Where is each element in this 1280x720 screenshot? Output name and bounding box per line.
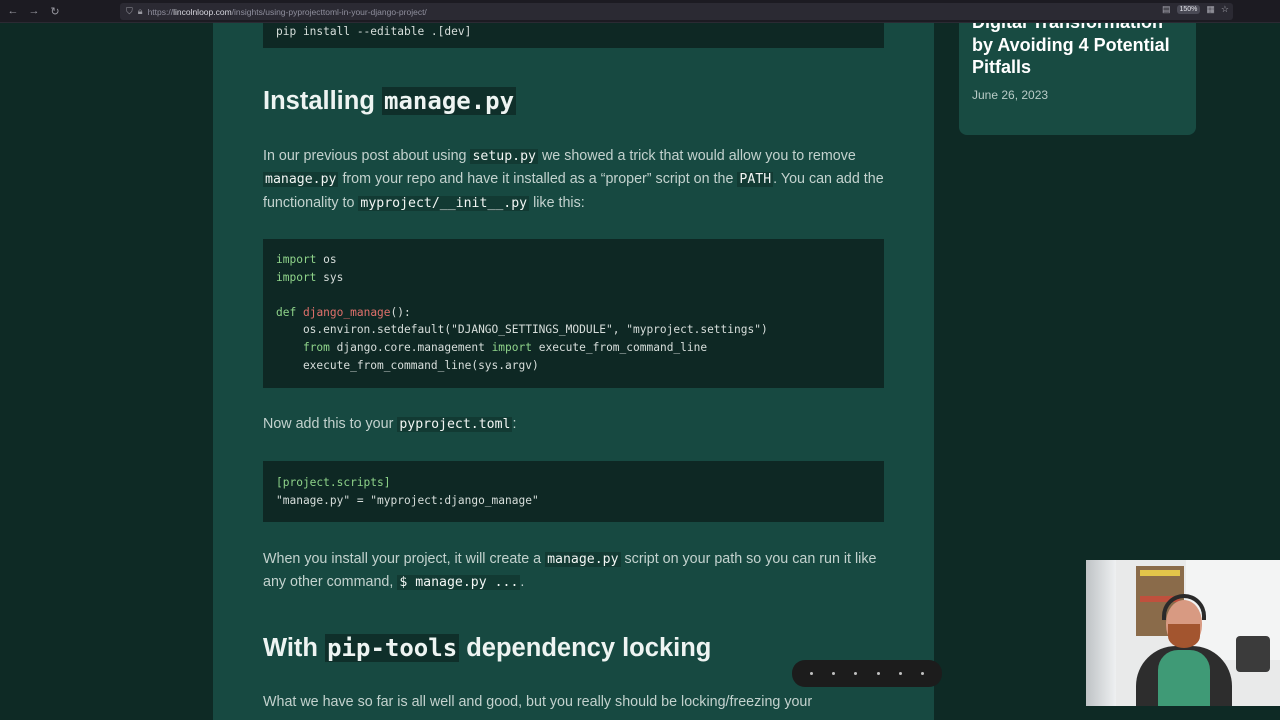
paragraph-install-result: When you install your project, it will c… [263,551,877,591]
star-icon[interactable]: ☆ [1221,4,1229,15]
webcam-chair [1236,636,1270,672]
zoom-level-badge[interactable]: 150% [1176,5,1201,14]
section-heading-pip-tools: With pip-tools dependency locking [263,634,712,662]
lock-icon[interactable]: 🔒︎ [138,6,143,17]
code-content: [project.scripts] "manage.py" = "myproje… [276,476,539,507]
webcam-person-shirt [1158,650,1210,706]
toolbar-dot[interactable] [898,672,902,675]
forward-arrow-icon[interactable]: → [25,2,43,20]
related-post-card[interactable]: Digital Transformation by Avoiding 4 Pot… [959,23,1196,135]
shield-icon[interactable]: ⛉ [126,6,133,17]
url-text[interactable]: https://lincolnloop.com/insights/using-p… [148,7,427,17]
section-heading-installing: Installing manage.py [263,87,517,115]
toolbar-dot[interactable] [831,672,835,675]
toolbar-dot[interactable] [876,672,880,675]
related-post-title[interactable]: Digital Transformation by Avoiding 4 Pot… [972,23,1182,79]
address-bar[interactable]: ⛉ 🔒︎ https://lincolnloop.com/insights/us… [120,3,1233,20]
code-line: pip install --editable .[dev] [276,25,472,38]
toolbar-dot[interactable] [854,672,858,675]
paragraph-locking: What we have so far is all well and good… [263,694,813,710]
grid-icon[interactable]: ▦ [1206,4,1215,15]
webcam-shelf-item [1140,570,1180,576]
toolbar-dot[interactable] [921,672,925,675]
paragraph-add-toml: Now add this to your pyproject.toml: [263,416,517,432]
article-content: pip install --editable .[dev] Installing… [213,23,934,720]
code-content: import os import sys def django_manage()… [276,253,768,372]
browser-toolbar: ← → ↻ ⛉ 🔒︎ https://lincolnloop.com/insig… [0,0,1280,23]
related-post-date: June 26, 2023 [972,88,1049,102]
paragraph-intro: In our previous post about using setup.p… [263,148,884,211]
code-block-install: pip install --editable .[dev] [263,23,884,48]
code-block-toml: [project.scripts] "manage.py" = "myproje… [263,461,884,522]
webcam-curtain [1086,560,1116,706]
webcam-person-beard [1168,624,1200,648]
webcam-overlay [1086,560,1280,706]
reload-icon[interactable]: ↻ [46,2,64,20]
toolbar-dot[interactable] [809,672,813,675]
code-block-python: import os import sys def django_manage()… [263,239,884,388]
floating-toolbar[interactable] [792,660,942,687]
reader-view-icon[interactable]: ▤ [1162,4,1171,15]
back-arrow-icon[interactable]: ← [4,2,22,20]
web-page: pip install --editable .[dev] Installing… [0,23,1280,720]
